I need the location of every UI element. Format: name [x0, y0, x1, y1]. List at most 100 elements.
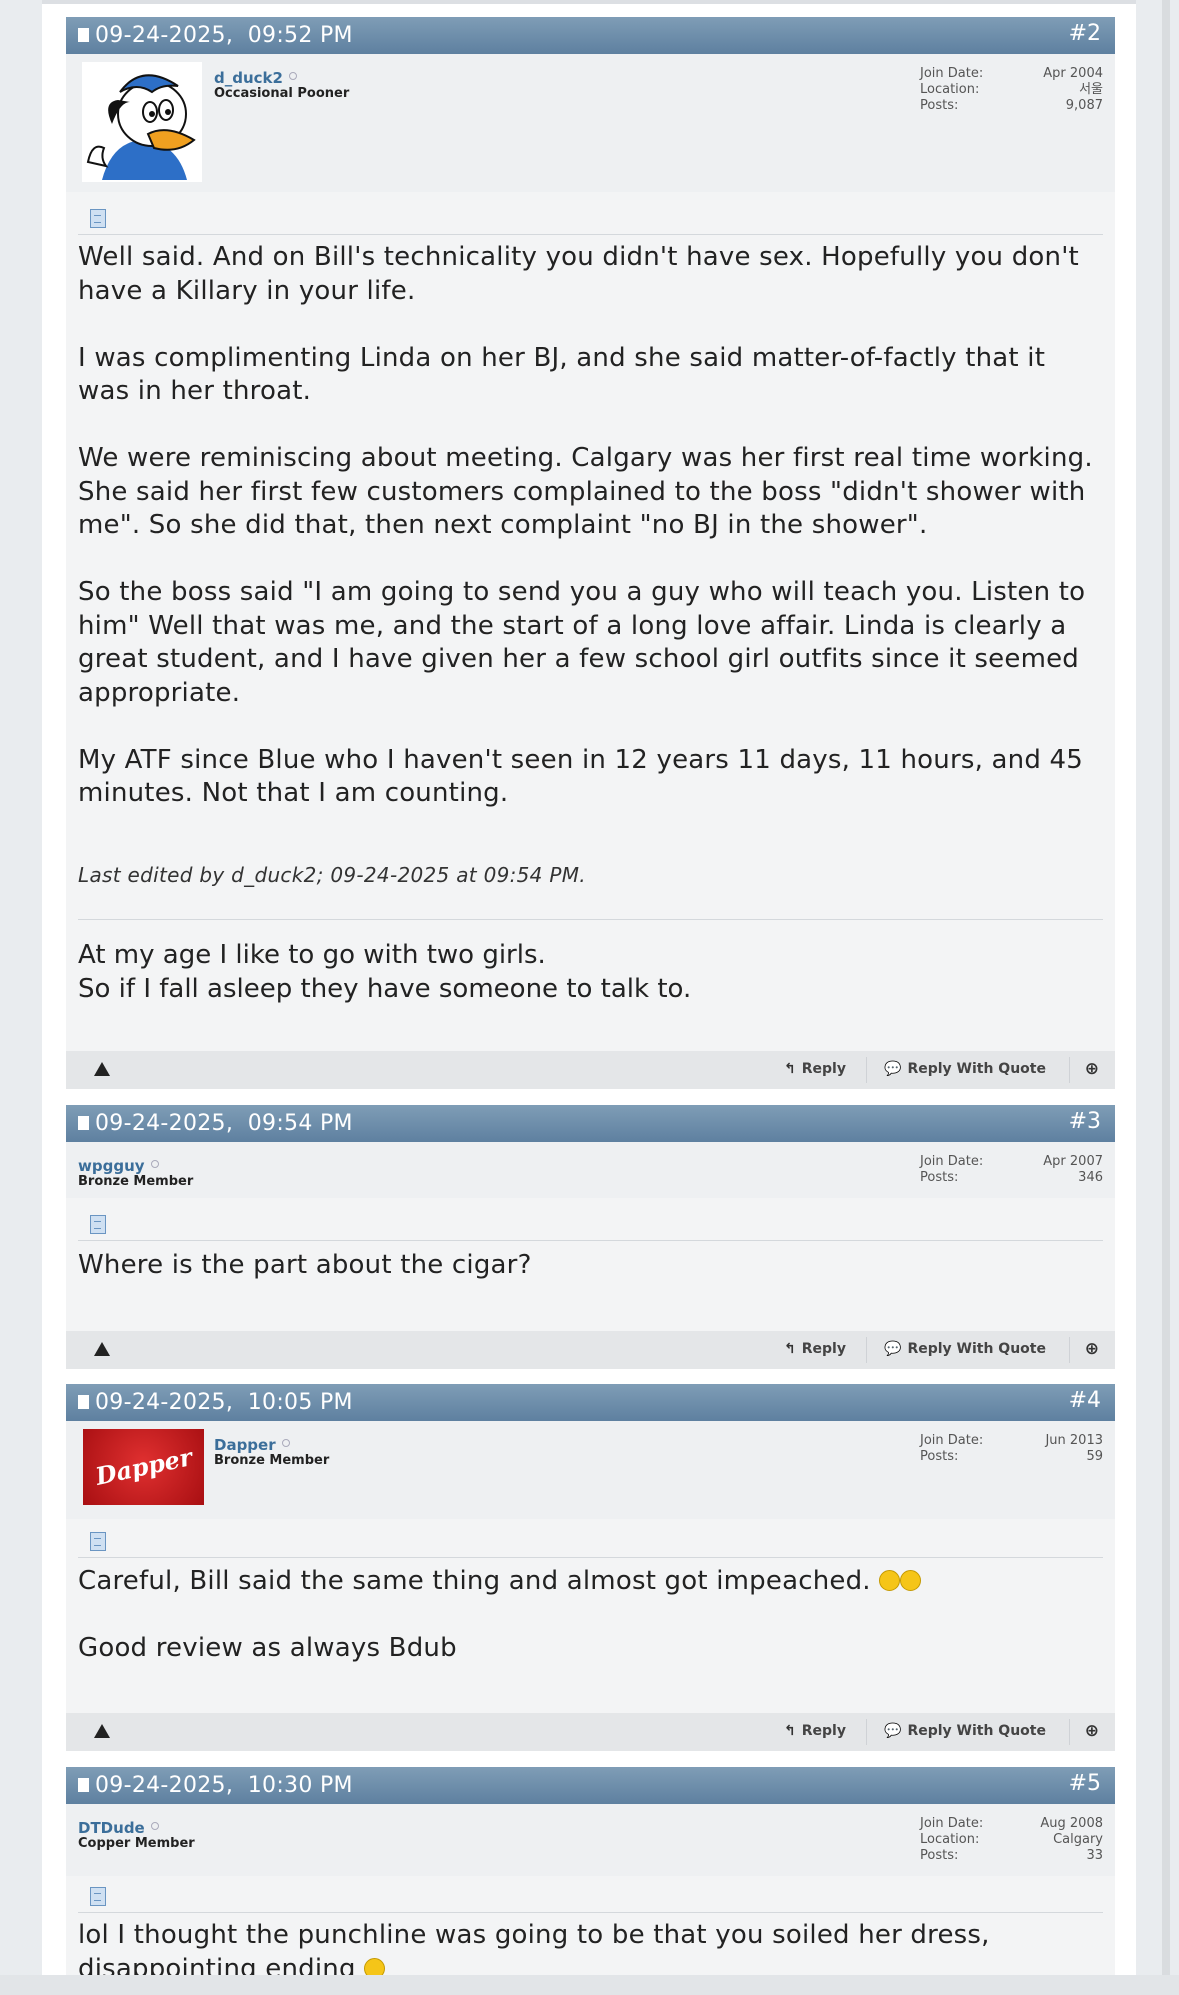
post-footer: ↰ Reply 💬 Reply With Quote ⊕ — [66, 1713, 1115, 1751]
post-footer: ↰ Reply 💬 Reply With Quote ⊕ — [66, 1331, 1115, 1369]
reply-button[interactable]: ↰ Reply — [784, 1341, 846, 1357]
avatar[interactable] — [82, 62, 202, 182]
post-datetime: 09-24-2025, 09:52 PM — [95, 23, 353, 48]
post-paragraph: My ATF since Blue who I haven't seen in … — [78, 744, 1083, 809]
post-icon — [90, 1887, 106, 1906]
reply-arrow-icon: ↰ — [784, 1061, 796, 1077]
quote-bubble-icon: 💬 — [884, 1723, 902, 1739]
user-title: Bronze Member — [214, 1453, 330, 1468]
user-meta-labels: Join Date: Location: Posts: — [920, 1816, 983, 1864]
meta-label: Posts: — [920, 1848, 959, 1863]
avatar[interactable]: Dapper — [83, 1429, 204, 1505]
post-2: 09-24-2025, 09:52 PM #2 d_duck2 Occasion… — [66, 17, 1115, 1089]
post-footer: ↰ Reply 💬 Reply With Quote ⊕ — [66, 1051, 1115, 1089]
user-meta-labels: Join Date: Location: Posts: — [920, 66, 983, 114]
post-paragraph: Good review as always Bdub — [78, 1633, 457, 1663]
username-link[interactable]: Dapper — [214, 1436, 290, 1454]
username-link[interactable]: wpgguy — [78, 1157, 159, 1175]
reply-with-quote-button[interactable]: 💬 Reply With Quote — [884, 1723, 1046, 1739]
user-info: wpgguy Bronze Member Join Date: Posts: A… — [66, 1142, 1115, 1198]
post-status-icon — [78, 1395, 89, 1409]
user-meta-labels: Join Date: Posts: — [920, 1433, 983, 1465]
meta-value: 59 — [1086, 1449, 1103, 1464]
user-title: Copper Member — [78, 1836, 195, 1851]
laughing-emoji-icon — [900, 1570, 922, 1591]
separator — [866, 1057, 867, 1083]
reply-button[interactable]: ↰ Reply — [784, 1723, 846, 1739]
meta-label: Posts: — [920, 98, 959, 113]
meta-label: Join Date: — [920, 1433, 984, 1448]
post-paragraph: Careful, Bill said the same thing and al… — [78, 1565, 1103, 1599]
quote-bubble-icon: 💬 — [884, 1341, 902, 1357]
meta-value: Calgary — [1053, 1832, 1103, 1847]
multiquote-icon[interactable]: ⊕ — [1085, 1059, 1099, 1079]
post-paragraph: We were reminiscing about meeting. Calga… — [78, 443, 1093, 540]
meta-label: Location: — [920, 82, 980, 97]
post-status-icon — [78, 1116, 89, 1130]
post-datetime: 09-24-2025, 10:30 PM — [95, 1773, 353, 1798]
multiquote-icon[interactable]: ⊕ — [1085, 1721, 1099, 1741]
quote-bubble-icon: 💬 — [884, 1061, 902, 1077]
post-header: 09-24-2025, 09:52 PM #2 — [66, 17, 1115, 54]
post-header: 09-24-2025, 10:30 PM #5 — [66, 1767, 1115, 1804]
signature-line: At my age I like to go with two girls. — [78, 940, 546, 970]
post-paragraph: Well said. And on Bill's technicality yo… — [78, 242, 1079, 306]
page-scrollbar[interactable] — [1162, 0, 1170, 1995]
meta-value: 9,087 — [1065, 98, 1103, 113]
divider — [78, 1557, 1103, 1558]
multiquote-icon[interactable]: ⊕ — [1085, 1339, 1099, 1359]
offline-status-icon — [150, 1822, 159, 1830]
divider — [78, 234, 1103, 235]
meta-value: Apr 2004 — [1043, 66, 1103, 81]
post-icon — [90, 209, 106, 228]
post-datetime: 09-24-2025, 10:05 PM — [95, 1390, 353, 1415]
reply-arrow-icon: ↰ — [784, 1723, 796, 1739]
reply-with-quote-button[interactable]: 💬 Reply With Quote — [884, 1061, 1046, 1077]
user-meta-values: Aug 2008 Calgary 33 — [1040, 1816, 1103, 1864]
username-link[interactable]: DTDude — [78, 1819, 159, 1837]
post-5: 09-24-2025, 10:30 PM #5 DTDude Copper Me… — [66, 1767, 1115, 1987]
meta-value: 33 — [1086, 1848, 1103, 1863]
post-number-link[interactable]: #5 — [1069, 1771, 1101, 1796]
user-info: DTDude Copper Member Join Date: Location… — [66, 1804, 1115, 1876]
offline-status-icon — [288, 72, 297, 80]
report-warning-icon[interactable] — [94, 1724, 110, 1738]
signature-divider — [78, 919, 1103, 920]
separator — [866, 1719, 867, 1745]
report-warning-icon[interactable] — [94, 1342, 110, 1356]
meta-label: Join Date: — [920, 1816, 984, 1831]
user-meta-labels: Join Date: Posts: — [920, 1154, 983, 1186]
post-status-icon — [78, 1778, 89, 1792]
user-info: Dapper Dapper Bronze Member Join Date: P… — [66, 1421, 1115, 1519]
meta-label: Join Date: — [920, 66, 984, 81]
meta-label: Location: — [920, 1832, 980, 1847]
post-3: 09-24-2025, 09:54 PM #3 wpgguy Bronze Me… — [66, 1105, 1115, 1369]
user-info: d_duck2 Occasional Pooner Join Date: Loc… — [66, 54, 1115, 192]
user-meta-values: Apr 2007 346 — [1043, 1154, 1103, 1186]
post-number-link[interactable]: #2 — [1069, 21, 1101, 46]
laughing-emoji-icon — [879, 1570, 901, 1591]
post-number-link[interactable]: #4 — [1069, 1388, 1101, 1413]
bottom-bar — [0, 1975, 1179, 1995]
post-body: Careful, Bill said the same thing and al… — [78, 1565, 1103, 1666]
post-body: Where is the part about the cigar? — [78, 1249, 1103, 1283]
post-number-link[interactable]: #3 — [1069, 1109, 1101, 1134]
post-paragraph: I was complimenting Linda on her BJ, and… — [78, 342, 1046, 407]
report-warning-icon[interactable] — [94, 1062, 110, 1076]
post-status-icon — [78, 28, 89, 42]
top-divider — [42, 0, 1136, 4]
meta-value: 346 — [1078, 1170, 1103, 1185]
username-link[interactable]: d_duck2 — [214, 69, 297, 87]
post-header: 09-24-2025, 09:54 PM #3 — [66, 1105, 1115, 1142]
meta-value: Apr 2007 — [1043, 1154, 1103, 1169]
reply-button[interactable]: ↰ Reply — [784, 1061, 846, 1077]
meta-label: Posts: — [920, 1449, 959, 1464]
signature: At my age I like to go with two girls. S… — [78, 939, 691, 1006]
offline-status-icon — [150, 1160, 159, 1168]
meta-value: 서울 — [1079, 82, 1103, 97]
reply-with-quote-button[interactable]: 💬 Reply With Quote — [884, 1341, 1046, 1357]
divider — [78, 1912, 1103, 1913]
forum-page: 09-24-2025, 09:52 PM #2 d_duck2 Occasion… — [42, 0, 1136, 1995]
post-body: Well said. And on Bill's technicality yo… — [78, 241, 1103, 811]
user-meta-values: Jun 2013 59 — [1045, 1433, 1103, 1465]
